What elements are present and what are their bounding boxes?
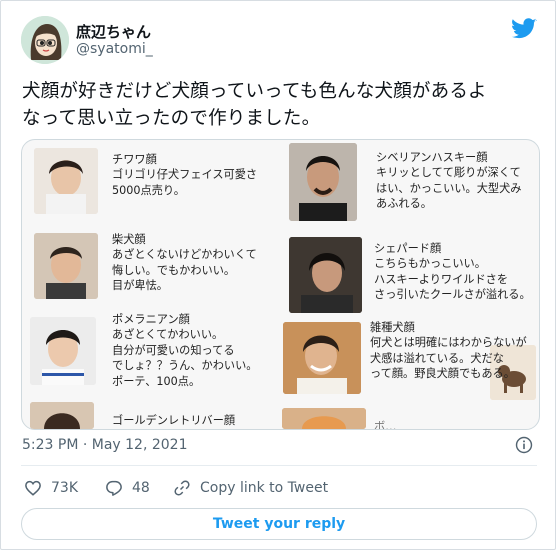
tweet-your-reply-button[interactable]: Tweet your reply [21,508,537,540]
reply-bubble-icon [106,480,122,496]
husky-caption: シベリアンハスキー顔 キリッとしてて彫りが深くて はい、かっこいい。大型犬み あ… [376,151,522,211]
link-icon [174,480,190,496]
mixed-breed-face-photo [283,322,361,394]
golden-retriever-caption: ゴールデンレトリバー顔 [112,414,236,427]
reply-button[interactable]: 48 [105,478,150,498]
tweet-timestamp[interactable]: 5:23 PM · May 12, 2021 [22,437,188,453]
avatar[interactable] [21,16,69,64]
cut-off-caption: ボ… [374,420,397,430]
mixed-breed-caption: 雑種犬顔 何犬とは明確にはわからないが 犬感は溢れている。犬だな って顔。野良犬… [370,321,527,381]
divider [21,465,537,466]
like-button[interactable]: 73K [24,478,78,498]
husky-face-photo [289,143,357,221]
pomeranian-caption: ポメラニアン顔 あざとくてかわいい。 自分が可愛いの知ってる でしょ？？うん、か… [112,313,258,388]
heart-icon [25,480,41,496]
golden-retriever-face-photo [30,402,94,429]
twitter-bird-icon[interactable] [511,18,537,40]
bottom-right-photo [282,408,366,429]
tweet-text-line: なって思い立ったので作りました。 [22,108,321,129]
copy-link-button[interactable]: Copy link to Tweet [173,478,328,498]
user-handle[interactable]: @syatomi_ [76,41,153,57]
tweet-text: 犬顔が好きだけど犬顔っていっても色んな犬顔があるよ なって思い立ったので作りまし… [22,78,537,132]
shepherd-caption: シェパード顔 こちらもかっこいい。 ハスキーよりワイルドさを さっ引いたクールさ… [374,242,531,302]
tweet-media-image[interactable]: チワワ顔 ゴリゴリ仔犬フェイス可愛さ 5000点売り。 シベリアンハスキー顔 キ… [21,139,540,430]
info-icon[interactable] [515,436,533,454]
shepherd-face-photo [289,237,362,313]
shiba-face-photo [34,233,98,299]
pomeranian-face-photo [30,317,96,385]
shiba-caption: 柴犬顔 あざとくないけどかわいくて 悔しい。でもかわいい。 目が卑怯。 [112,233,257,293]
like-count: 73K [51,480,78,496]
display-name[interactable]: 庶辺ちゃん [76,21,151,42]
chihuahua-caption: チワワ顔 ゴリゴリ仔犬フェイス可愛さ 5000点売り。 [112,153,258,197]
tweet-text-line: 犬顔が好きだけど犬顔っていっても色んな犬顔があるよ [22,81,487,102]
copy-link-label: Copy link to Tweet [200,480,329,496]
chihuahua-face-photo [34,148,98,214]
reply-count: 48 [132,480,150,496]
user-avatar-icon [21,16,69,64]
